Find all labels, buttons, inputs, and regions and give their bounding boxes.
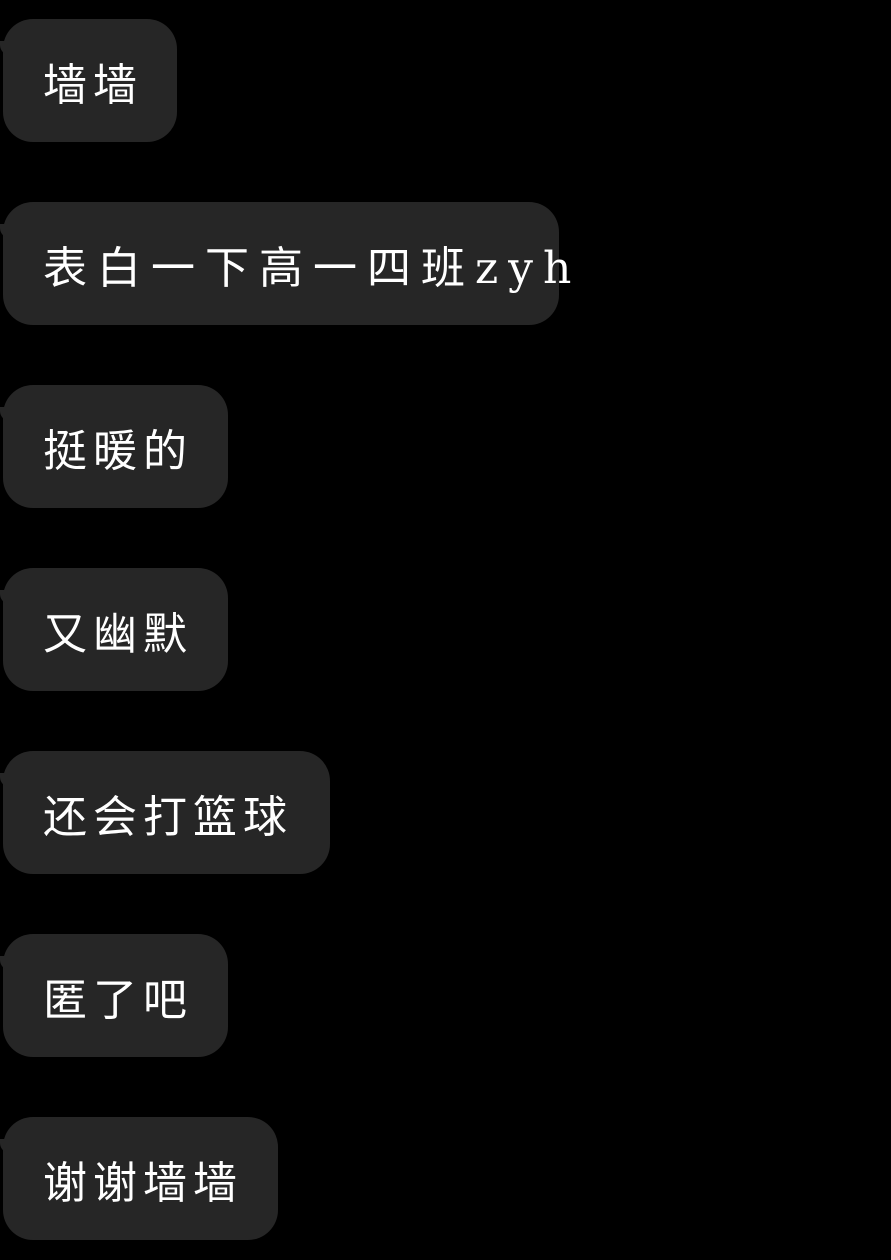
message-bubble[interactable]: 谢谢墙墙 bbox=[0, 1117, 278, 1240]
message-text: 又幽默 bbox=[43, 608, 193, 660]
message-bubble[interactable]: 匿了吧 bbox=[0, 934, 228, 1057]
message-text: 墙墙 bbox=[43, 59, 143, 111]
message-bubble[interactable]: 挺暖的 bbox=[0, 385, 228, 508]
message-text: 挺暖的 bbox=[43, 425, 193, 477]
message-text: 谢谢墙墙 bbox=[43, 1157, 243, 1209]
message-bubble[interactable]: 表白一下高一四班zyh bbox=[0, 202, 571, 325]
message-bubble[interactable]: 墙墙 bbox=[0, 19, 177, 142]
chat-thread: 墙墙 表白一下高一四班zyh 挺暖的 又幽默 还会打篮球 匿了吧 谢谢墙墙 bbox=[0, 0, 891, 1260]
message-bubble[interactable]: 又幽默 bbox=[0, 568, 228, 691]
message-text: 还会打篮球 bbox=[43, 791, 293, 843]
message-bubble[interactable]: 还会打篮球 bbox=[0, 751, 330, 874]
message-text: 表白一下高一四班zyh bbox=[43, 242, 582, 294]
message-text: 匿了吧 bbox=[43, 974, 193, 1026]
